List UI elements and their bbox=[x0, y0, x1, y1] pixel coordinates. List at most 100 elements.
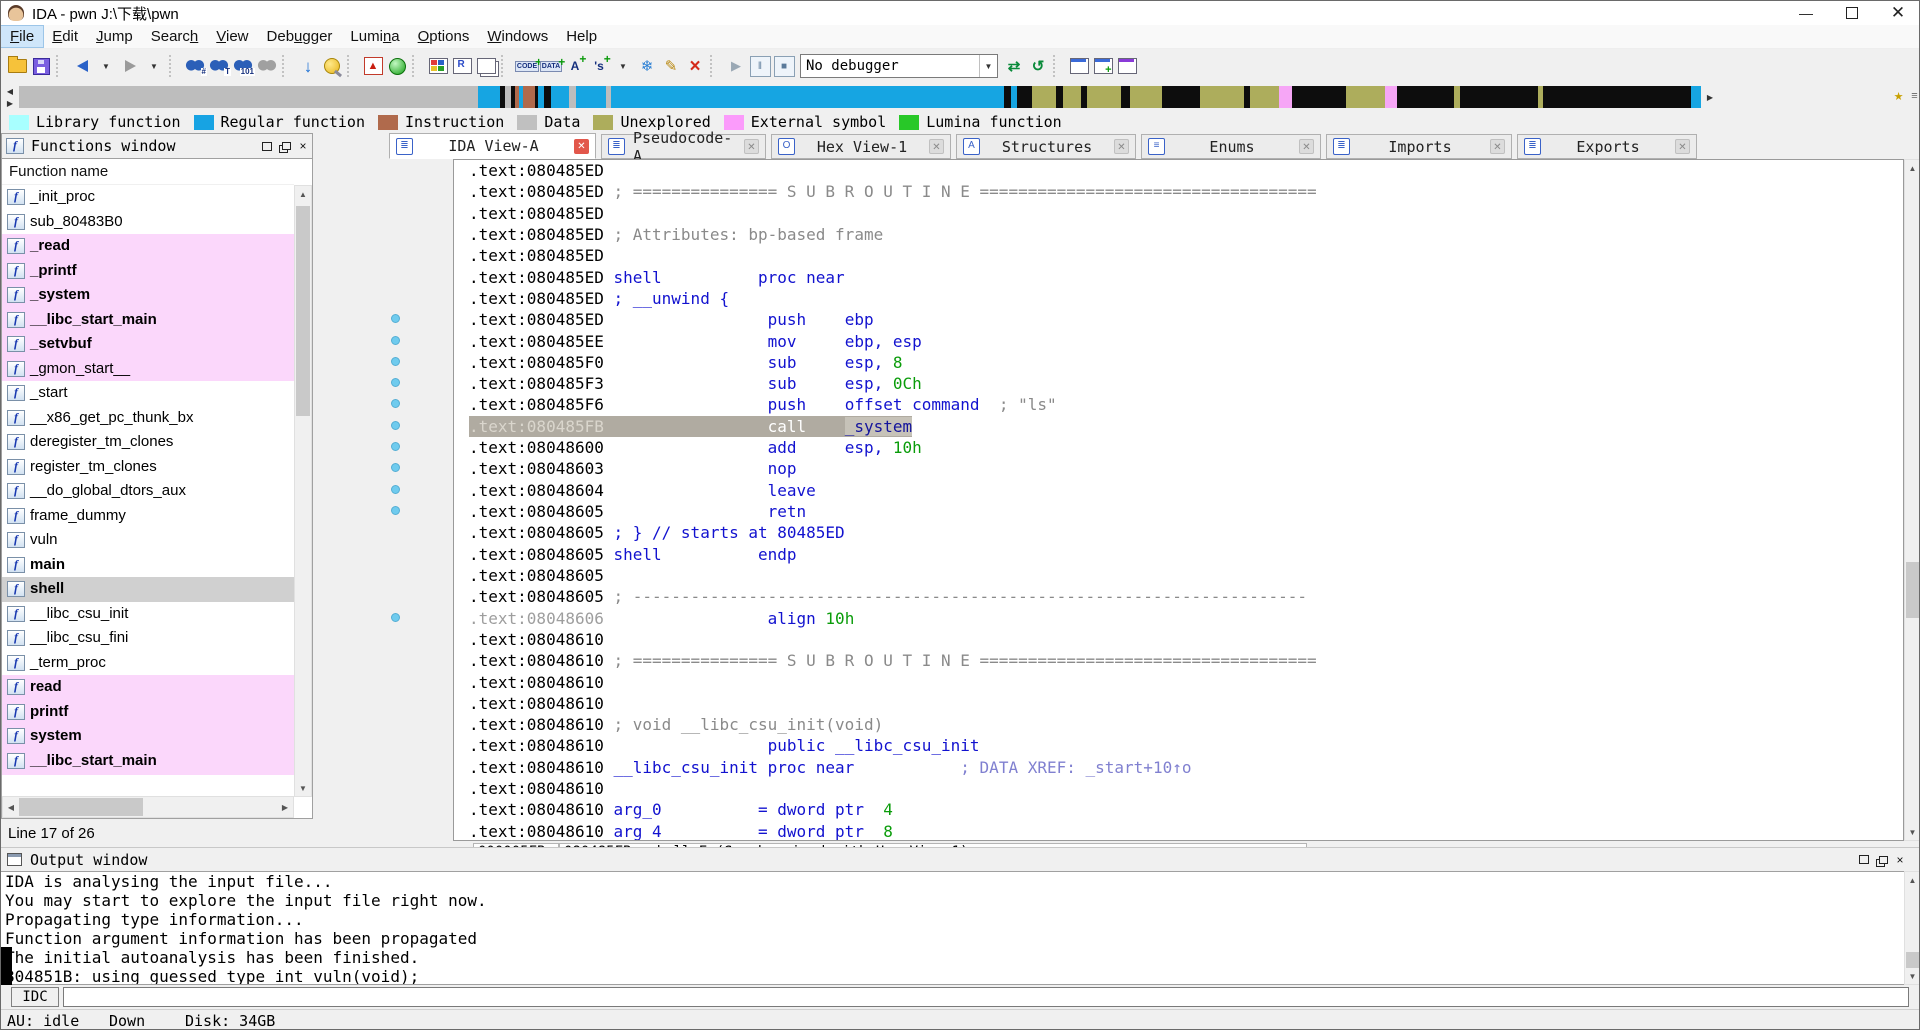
tab-close-icon[interactable]: ✕ bbox=[929, 139, 944, 154]
scroll-right-icon[interactable]: ▶ bbox=[277, 797, 293, 817]
disassembly-line[interactable]: .text:08048605 shell endp bbox=[469, 544, 1903, 565]
function-list-item[interactable]: fframe_dummy bbox=[2, 504, 294, 529]
disassembly-line[interactable]: .text:08048610 public __libc_csu_init bbox=[469, 735, 1903, 756]
function-list-item[interactable]: fderegister_tm_clones bbox=[2, 430, 294, 455]
disassembly-line[interactable]: .text:08048610 bbox=[469, 629, 1903, 650]
menu-item-lumina[interactable]: Lumina bbox=[341, 26, 408, 47]
navband-segment[interactable] bbox=[1032, 86, 1056, 108]
navband-segment[interactable] bbox=[551, 86, 569, 108]
function-name-column-header[interactable]: Function name bbox=[2, 159, 294, 185]
disassembly-line[interactable]: .text:08048610 bbox=[469, 778, 1903, 799]
tab-close-icon[interactable]: ✕ bbox=[574, 139, 589, 154]
tab-close-icon[interactable]: ✕ bbox=[1299, 139, 1314, 154]
menu-item-help[interactable]: Help bbox=[557, 26, 606, 47]
navband-segment[interactable] bbox=[1397, 86, 1454, 108]
output-close-icon[interactable]: × bbox=[1891, 852, 1909, 868]
menu-item-debugger[interactable]: Debugger bbox=[258, 26, 342, 47]
function-list-item[interactable]: f_setvbuf bbox=[2, 332, 294, 357]
make-code-icon[interactable]: CODE+ bbox=[515, 54, 539, 78]
function-list-item[interactable]: fmain bbox=[2, 553, 294, 578]
delete-icon[interactable]: × bbox=[683, 54, 707, 78]
function-list-item[interactable]: f__libc_csu_init bbox=[2, 602, 294, 627]
navband-segment[interactable] bbox=[569, 86, 576, 108]
navband-segment[interactable] bbox=[523, 86, 535, 108]
function-list-item[interactable]: fread bbox=[2, 675, 294, 700]
navband-segment[interactable] bbox=[1087, 86, 1121, 108]
disassembly-line[interactable]: .text:080485ED ; __unwind { bbox=[469, 288, 1903, 309]
navband-segment[interactable] bbox=[19, 86, 478, 108]
navband-segment[interactable] bbox=[1130, 86, 1162, 108]
disassembly-line[interactable]: .text:080485ED ; Attributes: bp-based fr… bbox=[469, 224, 1903, 245]
navband-segment[interactable] bbox=[1250, 86, 1279, 108]
command-line-input[interactable] bbox=[63, 987, 1909, 1007]
navband-segment[interactable] bbox=[1385, 86, 1397, 108]
disassembly-line[interactable]: .text:08048605 ; -----------------------… bbox=[469, 586, 1903, 607]
tab-close-icon[interactable]: ✕ bbox=[1490, 139, 1505, 154]
disassembly-line[interactable]: .text:08048610 bbox=[469, 693, 1903, 714]
scroll-left-icon[interactable]: ◀ bbox=[3, 797, 19, 817]
output-window-titlebar[interactable]: Output window × bbox=[1, 847, 1920, 871]
text-search-icon[interactable] bbox=[255, 54, 279, 78]
idc-language-button[interactable]: IDC bbox=[11, 987, 59, 1007]
disassembly-line[interactable]: .text:080485FB call _system bbox=[469, 416, 1903, 437]
back-history-icon[interactable]: ▼ bbox=[94, 54, 118, 78]
make-unknown-icon[interactable]: ❄ bbox=[635, 54, 659, 78]
tab-close-icon[interactable]: ✕ bbox=[744, 139, 759, 154]
navband-segment[interactable] bbox=[1162, 86, 1200, 108]
jump-to-address-icon[interactable]: # bbox=[183, 54, 207, 78]
scroll-up-icon[interactable]: ▲ bbox=[1905, 872, 1920, 888]
function-list-item[interactable]: f__libc_start_main bbox=[2, 749, 294, 774]
disassembly-line[interactable]: .text:08048610 bbox=[469, 672, 1903, 693]
navband-segment[interactable] bbox=[1056, 86, 1063, 108]
navband-segment[interactable] bbox=[1279, 86, 1292, 108]
functions-vertical-scrollbar[interactable]: ▲ ▼ bbox=[294, 185, 312, 797]
disassembly-line[interactable]: .text:08048604 leave bbox=[469, 480, 1903, 501]
disassembly-line[interactable]: .text:080485ED bbox=[469, 245, 1903, 266]
output-float-icon[interactable] bbox=[1873, 852, 1891, 868]
make-data-icon[interactable]: DATA+ bbox=[539, 54, 563, 78]
disassembly-line[interactable]: .text:080485ED bbox=[469, 160, 1903, 181]
function-list-item[interactable]: f__do_global_dtors_aux bbox=[2, 479, 294, 504]
close-button[interactable]: ✕ bbox=[1875, 1, 1920, 25]
navband-segment[interactable] bbox=[1460, 86, 1538, 108]
disassembly-line[interactable]: .text:08048610 __libc_csu_init proc near… bbox=[469, 757, 1903, 778]
make-string-options-icon[interactable]: ▼ bbox=[611, 54, 635, 78]
scrollbar-thumb[interactable] bbox=[1906, 952, 1919, 968]
function-list-item[interactable]: fregister_tm_clones bbox=[2, 455, 294, 480]
tab-ida-view-a[interactable]: ≣IDA View-A✕ bbox=[389, 133, 596, 159]
band-options-icon[interactable]: ★ bbox=[1891, 88, 1906, 104]
disassembly-line[interactable]: .text:080485ED bbox=[469, 203, 1903, 224]
disassembly-line[interactable]: .text:080485F6 push offset command ; "ls… bbox=[469, 394, 1903, 415]
minimize-button[interactable]: — bbox=[1783, 1, 1829, 25]
disassembly-line[interactable]: .text:08048605 ; } // starts at 80485ED bbox=[469, 522, 1903, 543]
output-vertical-scrollbar[interactable]: ▲ ▼ bbox=[1904, 871, 1920, 985]
edit-icon[interactable]: ✎ bbox=[659, 54, 683, 78]
jump-down-icon[interactable]: ↓ bbox=[296, 54, 320, 78]
forward-history-icon[interactable]: ▼ bbox=[142, 54, 166, 78]
band-scroll-right-icon[interactable]: ▶ bbox=[3, 97, 17, 109]
maximize-button[interactable] bbox=[1829, 1, 1875, 25]
panel-close-icon[interactable]: × bbox=[294, 138, 312, 154]
highlight-icon[interactable] bbox=[320, 54, 344, 78]
disassembly-line[interactable]: .text:080485F3 sub esp, 0Ch bbox=[469, 373, 1903, 394]
navband-segment[interactable] bbox=[1063, 86, 1081, 108]
navband-segment[interactable] bbox=[1004, 86, 1011, 108]
scroll-down-icon[interactable]: ▼ bbox=[1905, 824, 1920, 840]
panel-float-icon[interactable] bbox=[276, 138, 294, 154]
disassembly-line[interactable]: .text:08048610 arg_0 = dword ptr 4 bbox=[469, 799, 1903, 820]
navigation-band[interactable] bbox=[19, 86, 1701, 108]
function-list-item[interactable]: f__libc_start_main bbox=[2, 308, 294, 333]
problems-list-icon[interactable]: ▲ bbox=[361, 54, 385, 78]
function-list-item[interactable]: f_system bbox=[2, 283, 294, 308]
scroll-up-icon[interactable]: ▲ bbox=[295, 186, 311, 202]
menu-item-view[interactable]: View bbox=[207, 26, 257, 47]
navband-segment[interactable] bbox=[1292, 86, 1346, 108]
make-array-icon[interactable]: A+ bbox=[563, 54, 587, 78]
navband-segment[interactable] bbox=[576, 86, 606, 108]
menu-item-windows[interactable]: Windows bbox=[478, 26, 557, 47]
function-list-item[interactable]: f_printf bbox=[2, 259, 294, 284]
navband-segment[interactable] bbox=[544, 86, 551, 108]
disassembly-line[interactable]: .text:080485EE mov ebp, esp bbox=[469, 331, 1903, 352]
panel-restore-icon[interactable] bbox=[258, 138, 276, 154]
jump-by-name-icon[interactable]: T bbox=[207, 54, 231, 78]
